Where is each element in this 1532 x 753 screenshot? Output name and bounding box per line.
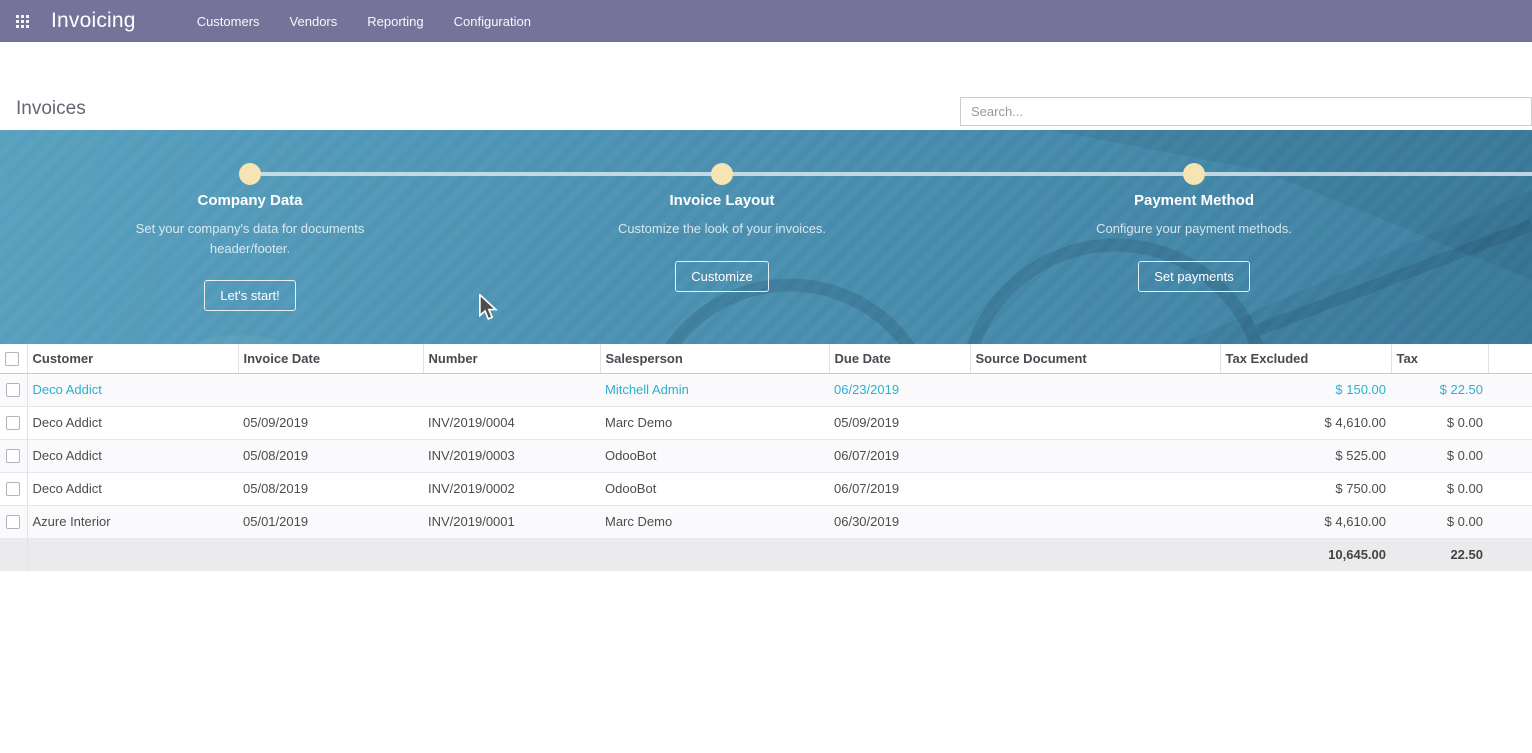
step-title: Payment Method: [1034, 192, 1354, 209]
cell-invoice-date: 05/09/2019: [238, 406, 423, 439]
row-checkbox[interactable]: [6, 515, 20, 529]
customize-button[interactable]: Customize: [675, 261, 768, 292]
onboarding-progress-line: [250, 172, 1532, 176]
search-box: [960, 97, 1532, 126]
table-row[interactable]: Deco Addict 05/08/2019 INV/2019/0003 Odo…: [0, 439, 1532, 472]
col-header-due-date[interactable]: Due Date: [829, 344, 970, 373]
apps-grid-icon[interactable]: [16, 15, 31, 28]
cell-due-date: 06/23/2019: [829, 373, 970, 406]
col-header-customer[interactable]: Customer: [27, 344, 238, 373]
cell-number: [423, 373, 600, 406]
nav-customers[interactable]: Customers: [184, 2, 273, 41]
cell-salesperson: Marc Demo: [600, 505, 829, 538]
cell-salesperson: OdooBot: [600, 439, 829, 472]
cell-spacer: [1488, 439, 1532, 472]
cell-tax: $ 22.50: [1391, 373, 1488, 406]
cell-source-document: [970, 505, 1220, 538]
onboarding-step-company-data: Company Data Set your company's data for…: [90, 192, 410, 311]
search-input[interactable]: [961, 98, 1531, 125]
control-panel: Invoices + Create Import Filters ≡ Group…: [0, 42, 1532, 130]
row-checkbox[interactable]: [6, 416, 20, 430]
cell-spacer: [1488, 505, 1532, 538]
select-all-checkbox[interactable]: [5, 352, 19, 366]
cell-invoice-date: [238, 373, 423, 406]
col-header-tax-excluded[interactable]: Tax Excluded: [1220, 344, 1391, 373]
cell-spacer: [1488, 373, 1532, 406]
cell-number: INV/2019/0004: [423, 406, 600, 439]
step-dot-invoice-layout[interactable]: [711, 163, 733, 185]
cell-salesperson: OdooBot: [600, 472, 829, 505]
main-menu: Customers Vendors Reporting Configuratio…: [184, 2, 544, 41]
cell-source-document: [970, 373, 1220, 406]
cell-tax-excluded: $ 4,610.00: [1220, 406, 1391, 439]
cell-tax: $ 0.00: [1391, 472, 1488, 505]
cell-spacer: [1488, 406, 1532, 439]
cell-invoice-date: 05/01/2019: [238, 505, 423, 538]
col-header-number[interactable]: Number: [423, 344, 600, 373]
cell-tax: $ 0.00: [1391, 505, 1488, 538]
col-header-source-document[interactable]: Source Document: [970, 344, 1220, 373]
row-checkbox[interactable]: [6, 383, 20, 397]
onboarding-banner: Company Data Set your company's data for…: [0, 130, 1532, 344]
step-description: Customize the look of your invoices.: [607, 219, 837, 239]
page-title: Invoices: [16, 98, 86, 120]
step-title: Invoice Layout: [562, 192, 882, 209]
cell-source-document: [970, 472, 1220, 505]
cell-invoice-date: 05/08/2019: [238, 439, 423, 472]
cell-salesperson: Mitchell Admin: [600, 373, 829, 406]
cell-due-date: 06/30/2019: [829, 505, 970, 538]
step-dot-company-data[interactable]: [239, 163, 261, 185]
step-description: Set your company's data for documents he…: [135, 219, 365, 258]
cell-number: INV/2019/0002: [423, 472, 600, 505]
col-header-invoice-date[interactable]: Invoice Date: [238, 344, 423, 373]
cell-customer: Azure Interior: [27, 505, 238, 538]
lets-start-button[interactable]: Let's start!: [204, 280, 296, 311]
invoice-list: Customer Invoice Date Number Salesperson…: [0, 344, 1532, 571]
row-checkbox[interactable]: [6, 482, 20, 496]
set-payments-button[interactable]: Set payments: [1138, 261, 1250, 292]
cell-invoice-date: 05/08/2019: [238, 472, 423, 505]
total-tax-excluded: 10,645.00: [1220, 538, 1391, 571]
app-title[interactable]: Invoicing: [51, 9, 136, 33]
table-footer-row: 10,645.00 22.50: [0, 538, 1532, 571]
onboarding-step-payment-method: Payment Method Configure your payment me…: [1034, 192, 1354, 292]
cell-customer: Deco Addict: [27, 373, 238, 406]
cell-tax-excluded: $ 750.00: [1220, 472, 1391, 505]
step-description: Configure your payment methods.: [1079, 219, 1309, 239]
cell-tax: $ 0.00: [1391, 439, 1488, 472]
cell-due-date: 06/07/2019: [829, 472, 970, 505]
cell-source-document: [970, 406, 1220, 439]
onboarding-step-invoice-layout: Invoice Layout Customize the look of you…: [562, 192, 882, 292]
cell-tax-excluded: $ 525.00: [1220, 439, 1391, 472]
cell-number: INV/2019/0001: [423, 505, 600, 538]
cell-customer: Deco Addict: [27, 406, 238, 439]
step-dot-payment-method[interactable]: [1183, 163, 1205, 185]
cell-tax: $ 0.00: [1391, 406, 1488, 439]
nav-configuration[interactable]: Configuration: [441, 2, 544, 41]
row-checkbox[interactable]: [6, 449, 20, 463]
table-row[interactable]: Deco Addict Mitchell Admin 06/23/2019 $ …: [0, 373, 1532, 406]
cell-spacer: [1488, 472, 1532, 505]
col-header-tax[interactable]: Tax: [1391, 344, 1488, 373]
cell-tax-excluded: $ 150.00: [1220, 373, 1391, 406]
top-navbar: Invoicing Customers Vendors Reporting Co…: [0, 0, 1532, 42]
cell-tax-excluded: $ 4,610.00: [1220, 505, 1391, 538]
table-row[interactable]: Deco Addict 05/09/2019 INV/2019/0004 Mar…: [0, 406, 1532, 439]
cell-customer: Deco Addict: [27, 472, 238, 505]
nav-reporting[interactable]: Reporting: [354, 2, 436, 41]
cell-salesperson: Marc Demo: [600, 406, 829, 439]
total-tax: 22.50: [1391, 538, 1488, 571]
table-row[interactable]: Azure Interior 05/01/2019 INV/2019/0001 …: [0, 505, 1532, 538]
col-header-salesperson[interactable]: Salesperson: [600, 344, 829, 373]
cell-number: INV/2019/0003: [423, 439, 600, 472]
table-header-row: Customer Invoice Date Number Salesperson…: [0, 344, 1532, 373]
cell-due-date: 06/07/2019: [829, 439, 970, 472]
cell-customer: Deco Addict: [27, 439, 238, 472]
nav-vendors[interactable]: Vendors: [277, 2, 351, 41]
cell-due-date: 05/09/2019: [829, 406, 970, 439]
cell-source-document: [970, 439, 1220, 472]
table-row[interactable]: Deco Addict 05/08/2019 INV/2019/0002 Odo…: [0, 472, 1532, 505]
step-title: Company Data: [90, 192, 410, 209]
col-header-spacer: [1488, 344, 1532, 373]
